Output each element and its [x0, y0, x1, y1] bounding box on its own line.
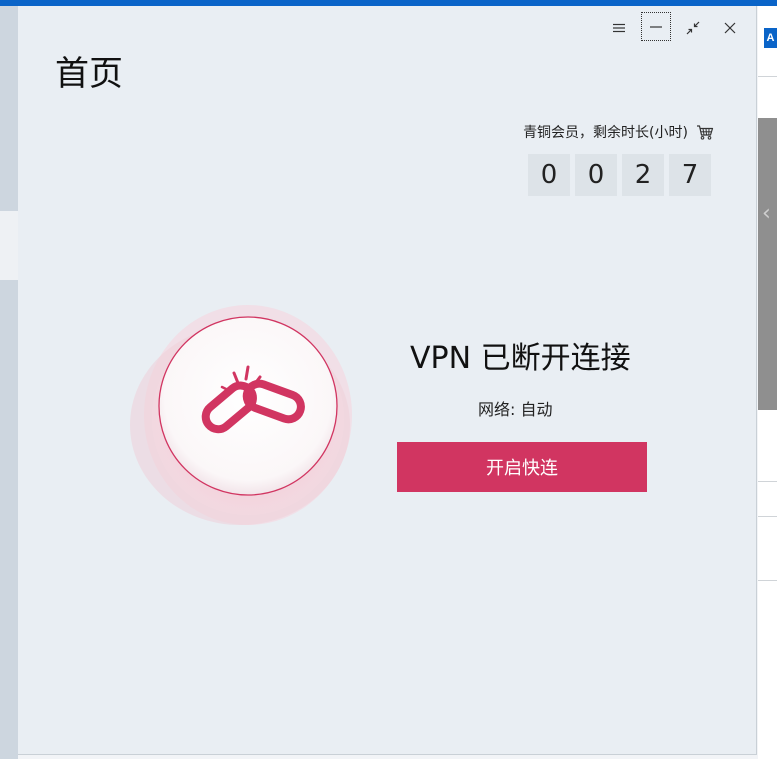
background-divider — [758, 481, 777, 482]
background-divider — [758, 76, 777, 77]
quick-connect-button[interactable]: 开启快连 — [397, 442, 647, 492]
hours-digit: 0 — [528, 154, 570, 196]
membership-label: 青铜会员，剩余时长(小时) — [523, 125, 688, 141]
background-app-left-gap — [0, 211, 18, 280]
background-app-left — [0, 6, 18, 759]
hours-digit: 0 — [575, 154, 617, 196]
disconnected-status-illustration — [130, 305, 352, 525]
background-app-badge: A — [764, 28, 777, 48]
hours-digit: 7 — [669, 154, 711, 196]
menu-icon — [613, 23, 625, 33]
minimize-button[interactable] — [641, 12, 671, 41]
connection-status: VPN 已断开连接 — [410, 341, 631, 376]
screen: A ‹ 首页 青铜会员，剩余时长(小时) 0 0 2 7 VPN 已断开连接 网… — [0, 0, 777, 759]
chevron-left-icon: ‹ — [762, 201, 771, 226]
minimize-icon — [650, 25, 662, 28]
background-divider — [758, 580, 777, 581]
background-divider — [758, 516, 777, 517]
page-title: 首页 — [55, 54, 123, 94]
background-panel — [758, 118, 777, 410]
shrink-icon — [686, 21, 700, 35]
shrink-button[interactable] — [678, 14, 708, 42]
menu-button[interactable] — [604, 14, 634, 42]
close-button[interactable] — [715, 14, 745, 42]
hours-digit: 2 — [622, 154, 664, 196]
network-mode: 网络: 自动 — [478, 400, 553, 419]
membership-info: 青铜会员，剩余时长(小时) — [523, 122, 714, 142]
vpn-app-window: 首页 青铜会员，剩余时长(小时) 0 0 2 7 VPN 已断开连接 网络: 自… — [18, 6, 757, 755]
cart-icon[interactable] — [696, 124, 714, 140]
close-icon — [724, 22, 736, 34]
remaining-hours-counter: 0 0 2 7 — [528, 154, 711, 196]
